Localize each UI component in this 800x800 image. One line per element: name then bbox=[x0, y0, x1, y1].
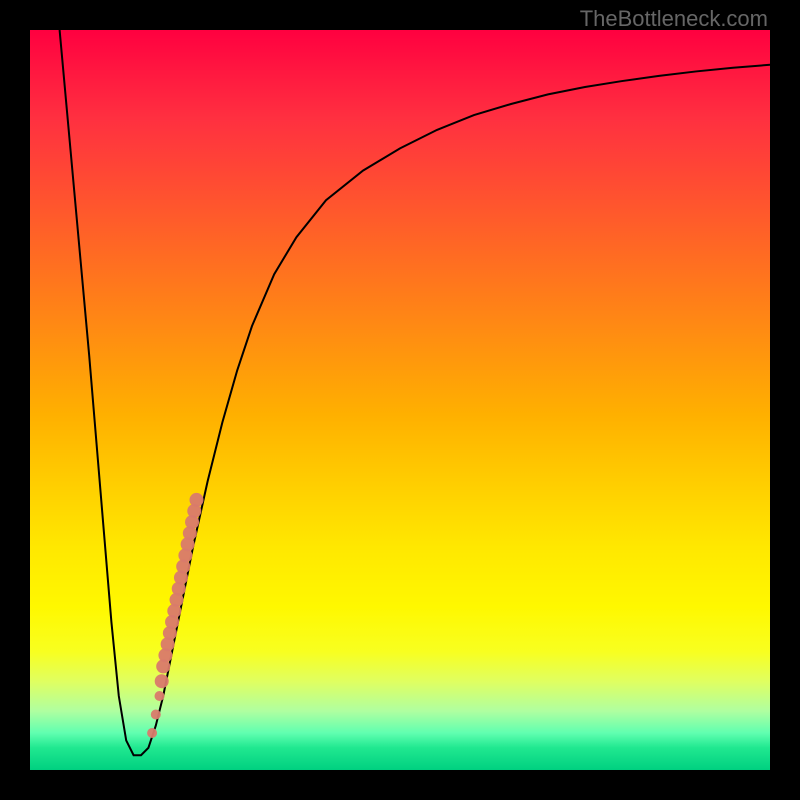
chart-svg bbox=[30, 30, 770, 770]
chart-container: TheBottleneck.com bbox=[0, 0, 800, 800]
watermark-text: TheBottleneck.com bbox=[580, 6, 768, 32]
plot-area bbox=[30, 30, 770, 770]
data-point-markers bbox=[147, 493, 203, 738]
